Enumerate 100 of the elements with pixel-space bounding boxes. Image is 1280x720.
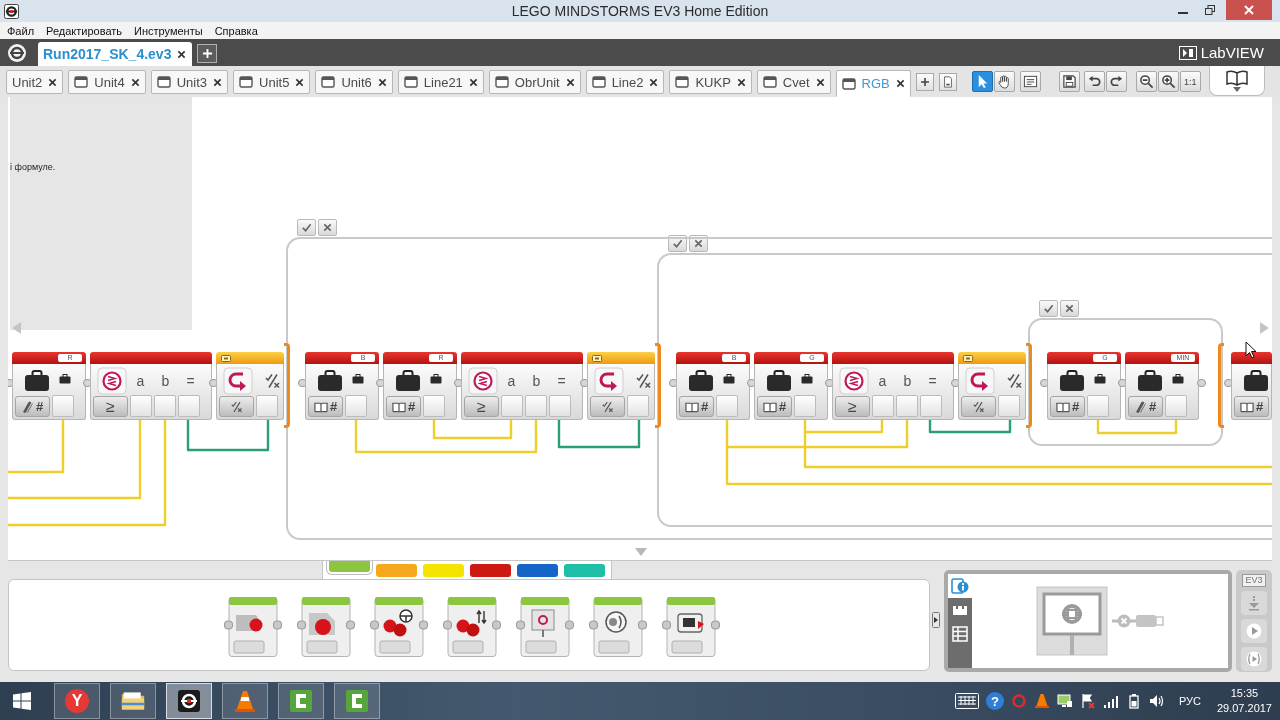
clock-date[interactable]: 29.07.2017 — [1216, 701, 1272, 716]
add-project-button[interactable] — [197, 44, 218, 63]
mode-button[interactable]: ≥ — [93, 396, 128, 417]
zoom-reset-button[interactable]: 1:1 — [1179, 71, 1201, 92]
mode-button[interactable] — [219, 396, 254, 417]
menu-item[interactable]: Справка — [208, 24, 264, 37]
program-tab[interactable]: KUKP — [669, 70, 752, 94]
traffic-cone-icon[interactable] — [1033, 693, 1050, 709]
program-tab[interactable]: Unit2 — [6, 70, 64, 94]
mode-button[interactable]: ≥ — [464, 396, 499, 417]
flag-icon[interactable] — [1079, 693, 1096, 709]
mode-button[interactable] — [961, 396, 996, 417]
medium-motor-block[interactable] — [224, 597, 282, 657]
false-case-tab[interactable] — [1060, 300, 1079, 317]
close-icon[interactable] — [736, 77, 746, 87]
true-case-tab[interactable] — [1039, 300, 1058, 317]
menu-item[interactable]: Файл — [1, 24, 41, 37]
pointer-tool[interactable] — [971, 71, 993, 92]
menu-item[interactable]: Инструменты — [128, 24, 209, 37]
large-motor-block[interactable] — [297, 597, 355, 657]
expand-icon[interactable] — [932, 612, 940, 628]
close-icon[interactable] — [130, 77, 140, 87]
help-button[interactable]: ? — [985, 692, 1004, 710]
switch-block[interactable] — [958, 352, 1026, 420]
tank-drive-block[interactable] — [443, 597, 501, 657]
info-icon — [951, 577, 969, 595]
compare-icon — [97, 367, 127, 395]
speaker-icon[interactable] — [1148, 693, 1165, 709]
close-icon — [1244, 5, 1254, 15]
switch-block[interactable] — [216, 352, 284, 420]
brick-icon — [1036, 586, 1108, 656]
taskbar-app-button[interactable] — [166, 683, 212, 719]
switch-block[interactable] — [587, 352, 655, 420]
steering-block[interactable] — [370, 597, 428, 657]
cross-icon — [1064, 303, 1075, 314]
signal-bars-icon[interactable] — [1102, 693, 1119, 709]
mode-button[interactable]: # — [1234, 396, 1269, 417]
close-icon[interactable] — [177, 49, 187, 59]
status-light-block[interactable] — [662, 597, 720, 657]
briefcase-icon — [395, 370, 421, 392]
close-icon[interactable] — [295, 77, 305, 87]
close-button[interactable] — [1226, 0, 1272, 20]
mode-button[interactable]: # — [15, 396, 50, 417]
close-icon[interactable] — [468, 77, 478, 87]
content-editor-button[interactable] — [1208, 66, 1265, 96]
input-label: a — [506, 373, 517, 389]
language-indicator[interactable]: РУС — [1178, 695, 1201, 707]
lobby-button[interactable] — [6, 42, 28, 64]
mode-button[interactable]: # — [679, 396, 714, 417]
redo-button[interactable] — [1105, 71, 1127, 92]
taskbar-app-button[interactable]: Y — [54, 683, 100, 719]
sound-block[interactable] — [589, 597, 647, 657]
zoom-out-icon — [1138, 74, 1154, 89]
mode-button[interactable]: ≥ — [835, 396, 870, 417]
program-tab[interactable]: Line21 — [397, 70, 484, 94]
minimize-icon — [1177, 12, 1188, 14]
add-program-button[interactable] — [915, 73, 934, 91]
true-case-tab[interactable] — [297, 219, 316, 236]
hand-icon — [996, 74, 1012, 89]
display-block[interactable] — [516, 597, 574, 657]
comment-tool[interactable] — [1019, 71, 1041, 92]
taskbar-app-button[interactable] — [278, 683, 324, 719]
mode-button[interactable]: # — [1128, 396, 1163, 417]
project-tab[interactable]: Run2017_SK_4.ev3 — [38, 42, 193, 66]
program-tab[interactable]: ObrUnit — [488, 70, 581, 94]
program-tab[interactable]: Unit3 — [150, 70, 229, 94]
program-tab[interactable]: Unit6 — [315, 70, 393, 94]
program-tab[interactable]: Unit5 — [233, 70, 311, 94]
close-icon[interactable] — [377, 77, 387, 87]
zoom-in-button[interactable] — [1157, 71, 1179, 92]
program-tab[interactable]: Unit4 — [68, 70, 146, 94]
check-icon — [672, 238, 683, 249]
close-icon[interactable] — [815, 77, 825, 87]
false-case-tab[interactable] — [318, 219, 337, 236]
close-icon[interactable] — [565, 77, 575, 87]
pan-tool[interactable] — [993, 71, 1015, 92]
taskbar-app-button[interactable] — [110, 683, 156, 719]
close-icon[interactable] — [649, 77, 659, 87]
mode-button[interactable]: # — [308, 396, 343, 417]
close-icon[interactable] — [48, 77, 58, 87]
zoom-out-button[interactable] — [1135, 71, 1157, 92]
close-icon[interactable] — [213, 77, 223, 87]
program-tab[interactable]: Line2 — [585, 70, 665, 94]
briefcase-icon — [317, 370, 343, 392]
close-icon[interactable] — [895, 79, 905, 88]
mode-button[interactable]: # — [386, 396, 421, 417]
brick-info-tab[interactable] — [948, 574, 972, 598]
monitor-icon[interactable] — [1056, 693, 1073, 709]
menu-item[interactable]: Редактировать — [40, 24, 129, 37]
mode-button[interactable]: # — [757, 396, 792, 417]
mode-button[interactable] — [590, 396, 625, 417]
keyboard-icon[interactable] — [954, 693, 979, 709]
save-button[interactable] — [1058, 71, 1080, 92]
mode-button[interactable]: # — [1050, 396, 1085, 417]
clock-time[interactable]: 15:35 — [1230, 686, 1259, 701]
run-button[interactable] — [1241, 619, 1267, 643]
compare-icon — [839, 367, 869, 395]
page-button[interactable] — [938, 73, 957, 91]
undo-button[interactable] — [1083, 71, 1105, 92]
program-tab[interactable]: Cvet — [756, 70, 831, 94]
